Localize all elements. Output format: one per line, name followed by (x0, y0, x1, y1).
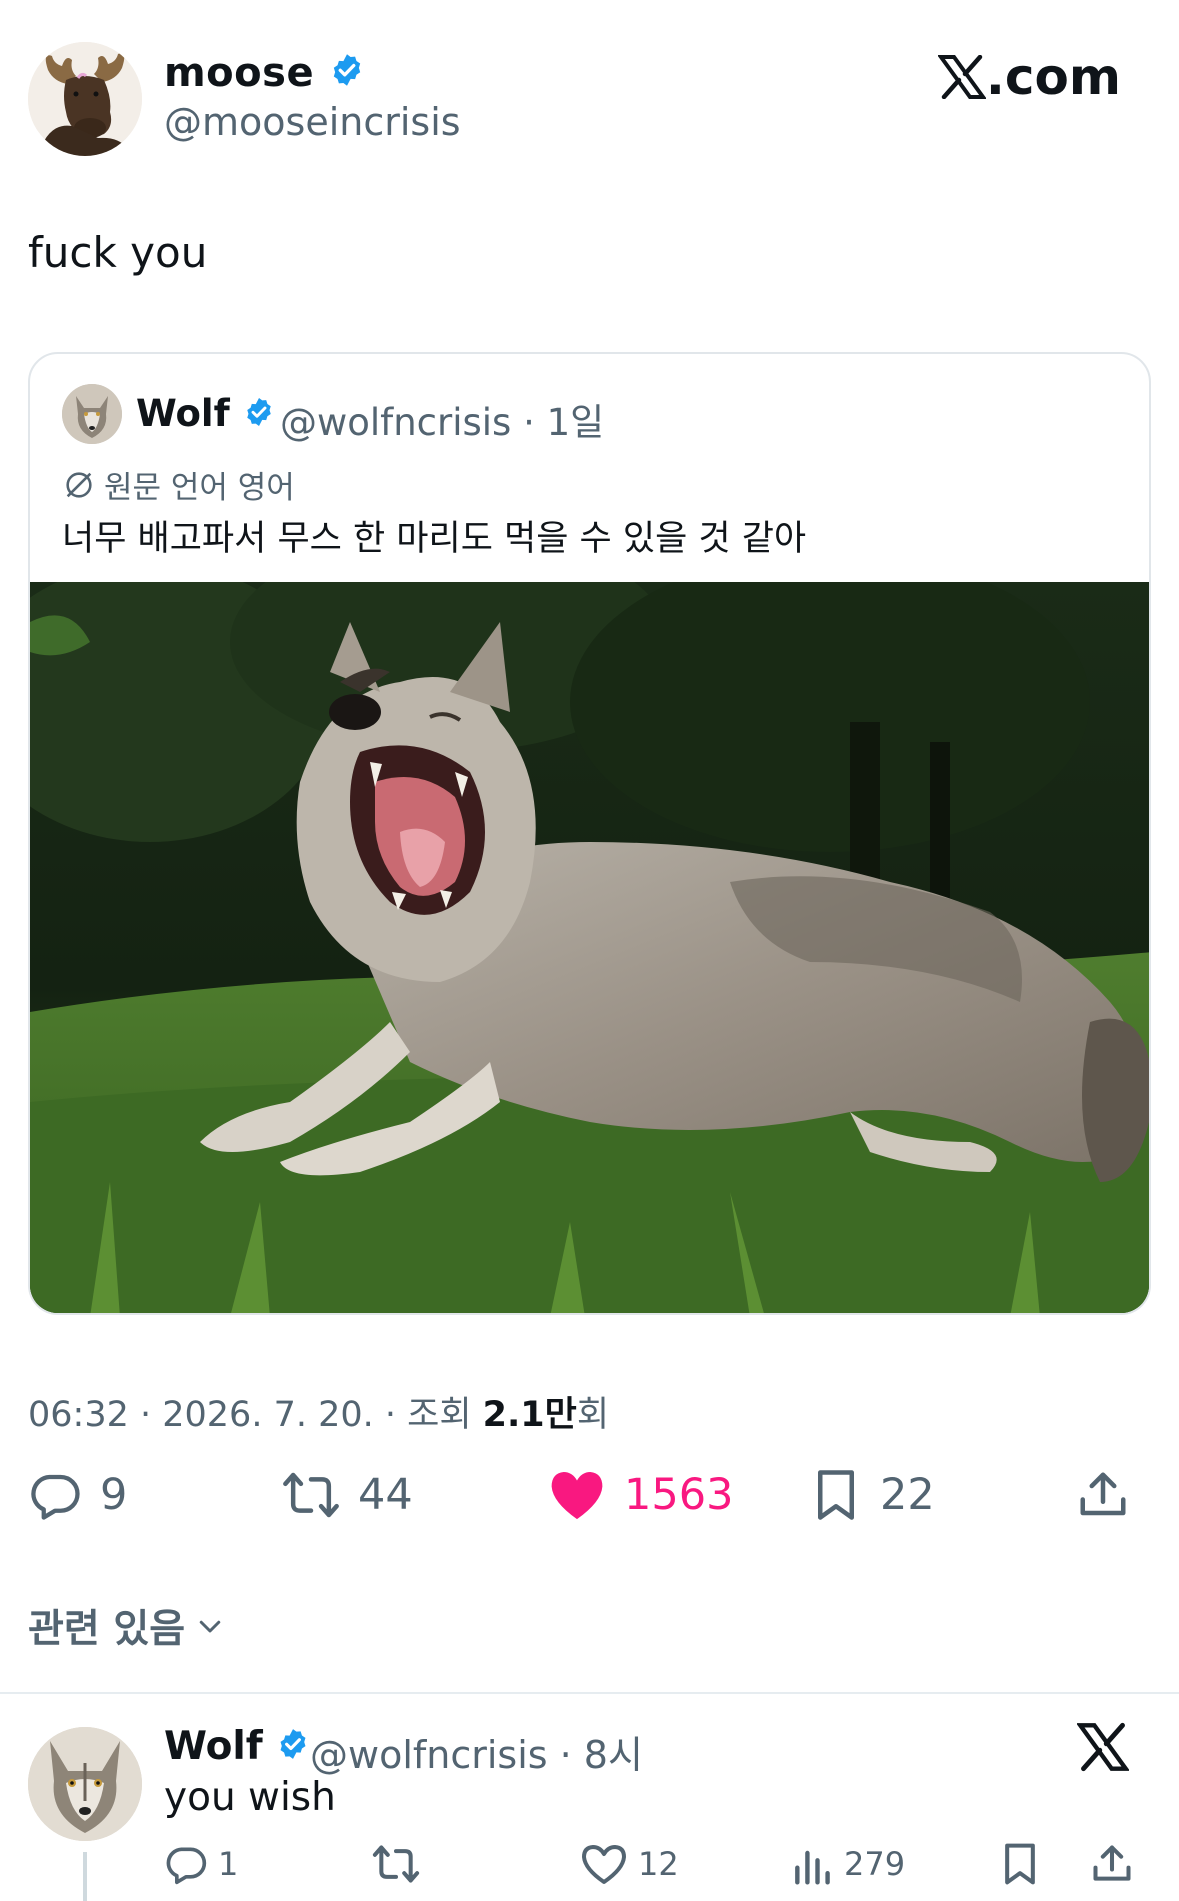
quote-author-avatar[interactable] (62, 384, 122, 444)
verified-badge-icon (329, 52, 365, 98)
heart-icon (582, 1845, 626, 1884)
bookmark-icon (1005, 1843, 1035, 1885)
reply-reply-action[interactable]: 1 (164, 1842, 238, 1886)
reply-like-action[interactable]: 12 (580, 1842, 679, 1886)
tweet-text: fuck you (28, 228, 208, 277)
reply-reply-count: 1 (218, 1845, 239, 1883)
reply-retweet-action[interactable] (372, 1842, 420, 1886)
like-count: 1563 (624, 1470, 734, 1520)
view-suffix: 회 (576, 1395, 610, 1435)
retweet-action[interactable]: 44 (282, 1468, 413, 1522)
quote-author-handle[interactable]: @wolfncrisis · 1일 (280, 392, 604, 446)
quote-author-name[interactable]: Wolf (136, 392, 275, 437)
like-action[interactable]: 1563 (548, 1468, 733, 1522)
share-icon (1080, 1472, 1126, 1516)
reply-count: 9 (100, 1470, 128, 1520)
reply-bookmark-action[interactable] (998, 1842, 1042, 1886)
quote-photo[interactable] (30, 532, 1149, 1313)
bookmark-action[interactable]: 22 (810, 1468, 935, 1522)
author-name-text[interactable]: moose (164, 50, 314, 96)
reply-author-avatar[interactable] (28, 1727, 142, 1841)
translate-icon (66, 471, 92, 498)
share-button[interactable] (1076, 1468, 1130, 1522)
translation-indicator[interactable]: 원문 언어 영어 (62, 462, 295, 507)
related-label: 관련 있음 (28, 1607, 186, 1652)
author-display-name[interactable]: moose (164, 50, 365, 98)
divider (0, 1692, 1179, 1694)
bookmark-count: 22 (880, 1470, 935, 1520)
reply-view-count: 279 (844, 1845, 906, 1883)
quote-text: 너무 배고파서 무스 한 마리도 먹을 수 있을 것 같아 (62, 519, 807, 559)
reply-text: you wish (164, 1775, 336, 1820)
author-handle[interactable]: @mooseincrisis (164, 100, 461, 144)
retweet-count: 44 (358, 1470, 413, 1520)
x-logo-icon (1076, 1722, 1130, 1776)
quoted-tweet-card[interactable]: Wolf @wolfncrisis · 1일 원문 언어 영어 너무 배고파서 … (28, 352, 1151, 1315)
reply-icon (31, 1474, 80, 1520)
x-logo: .com (937, 48, 1121, 106)
author-avatar[interactable] (28, 42, 142, 156)
chevron-down-icon (199, 1620, 221, 1633)
retweet-icon (372, 1845, 420, 1883)
reply-like-count: 12 (638, 1845, 679, 1883)
time-date: 06:32 · 2026. 7. 20. · 조회 (28, 1395, 483, 1435)
share-icon (1093, 1845, 1131, 1881)
reply-author-handle[interactable]: @wolfncrisis · 8시 (310, 1724, 643, 1779)
related-dropdown[interactable]: 관련 있음 (28, 1598, 225, 1654)
reply-author-name[interactable]: Wolf (164, 1724, 310, 1771)
heart-filled-icon (551, 1472, 603, 1520)
reply-icon (166, 1847, 207, 1885)
reply-action[interactable]: 9 (28, 1468, 127, 1522)
x-brand-icon (937, 55, 986, 99)
bookmark-icon (818, 1470, 854, 1520)
reply-author-name-text[interactable]: Wolf (164, 1724, 263, 1769)
verified-badge-icon (276, 1726, 310, 1771)
view-count: 2.1만 (482, 1395, 577, 1435)
retweet-icon (283, 1472, 339, 1518)
translation-label: 원문 언어 영어 (104, 470, 295, 506)
analytics-icon (795, 1850, 830, 1885)
yawning-wolf-photo (30, 532, 1149, 1313)
quote-author-name-text[interactable]: Wolf (136, 392, 230, 435)
thread-line (83, 1852, 87, 1901)
brand-suffix: .com (985, 48, 1121, 106)
tweet-meta: 06:32 · 2026. 7. 20. · 조회 2.1만회 (28, 1386, 609, 1437)
reply-share-button[interactable] (1090, 1842, 1134, 1886)
reply-views-action[interactable]: 279 (790, 1842, 905, 1886)
verified-badge-icon (243, 394, 275, 437)
